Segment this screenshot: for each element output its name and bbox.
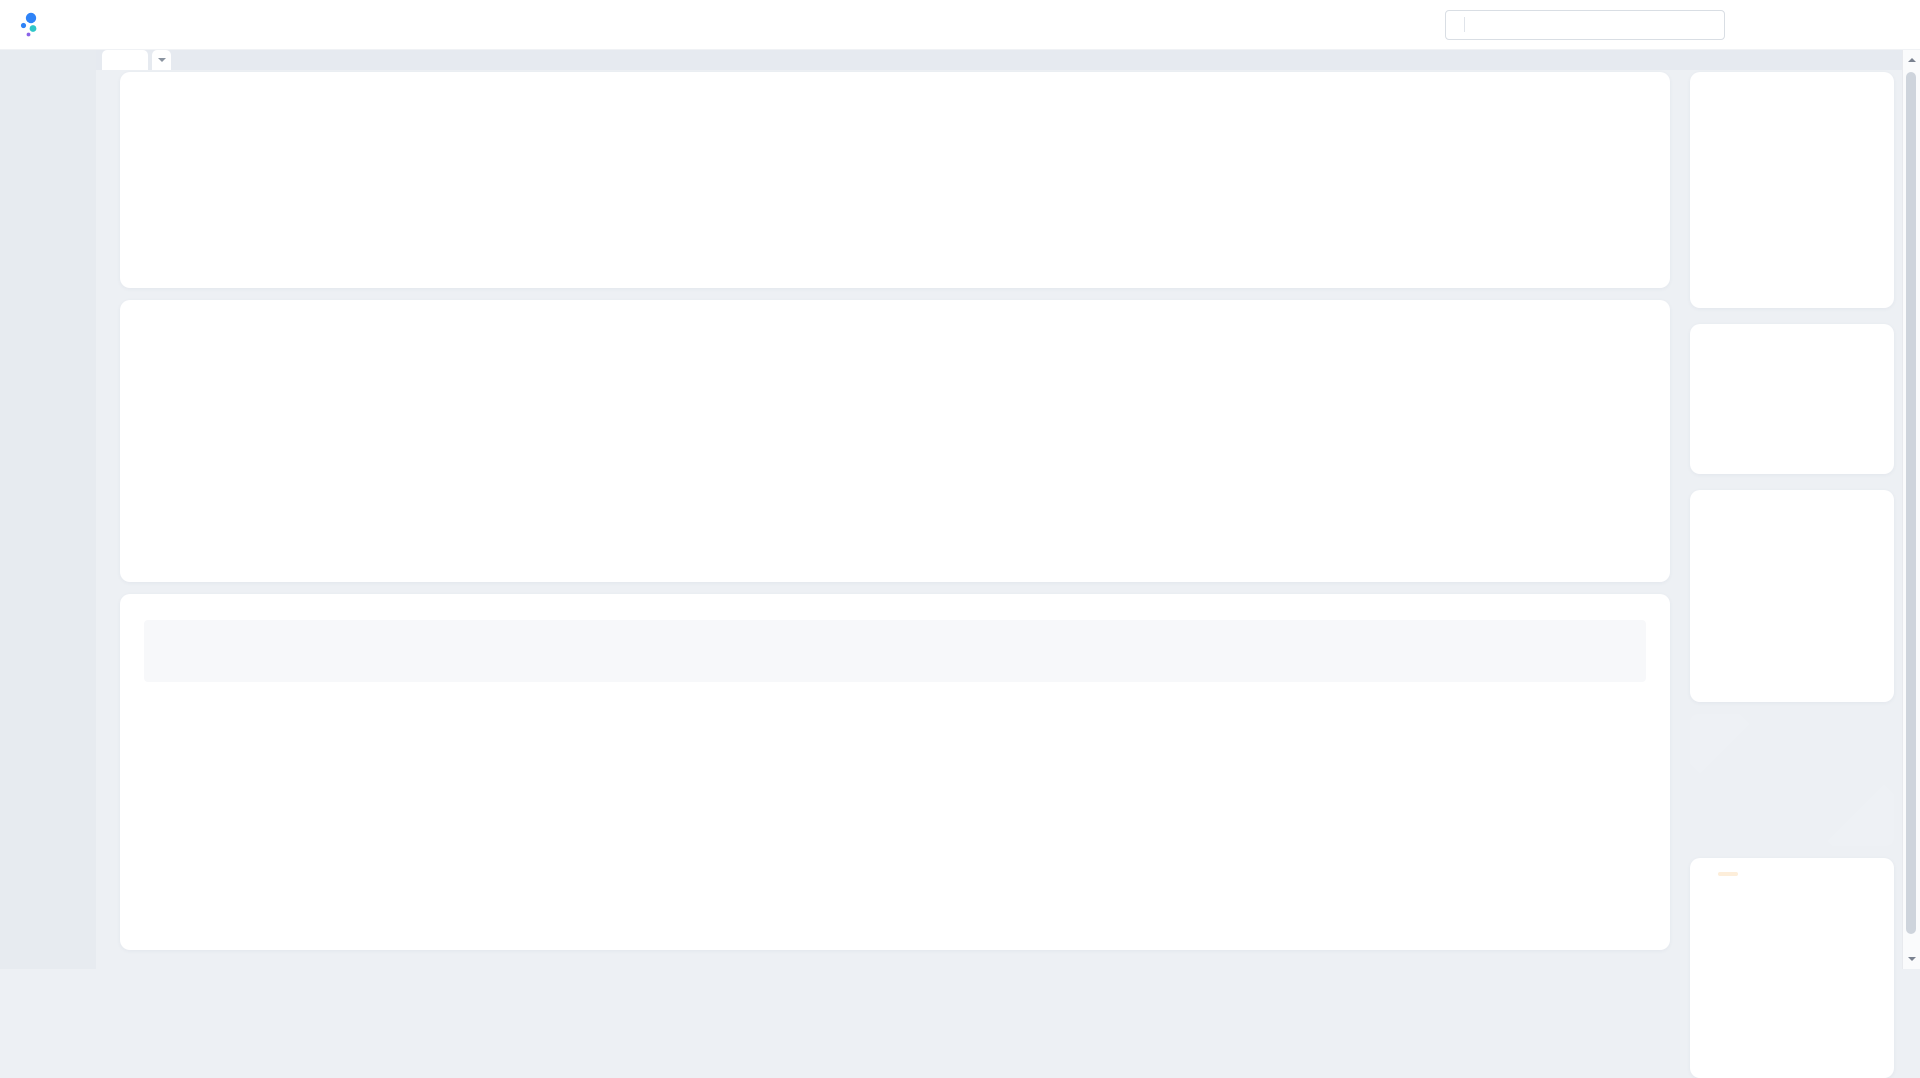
- sales-tabbar: [120, 300, 1670, 316]
- todo-tabbar: [120, 72, 1670, 108]
- user-menu[interactable]: [1773, 12, 1821, 37]
- free-badge: [1718, 872, 1738, 876]
- qr-code: [1730, 889, 1854, 1013]
- main-content: [96, 70, 1902, 969]
- sidebar: [0, 50, 96, 969]
- top-header: [0, 0, 1920, 50]
- home-tab[interactable]: [102, 50, 148, 70]
- assets-summary: [144, 620, 1646, 682]
- eye-closed-icon[interactable]: [1859, 89, 1876, 106]
- sales-trend-chart: [140, 350, 1300, 572]
- vertical-scrollbar[interactable]: [1902, 50, 1920, 969]
- sales-panel: [120, 300, 1670, 582]
- search-divider: [1464, 17, 1465, 32]
- edit-icon[interactable]: [1859, 507, 1876, 524]
- logo-icon: [18, 11, 46, 39]
- scrollbar-thumb[interactable]: [1906, 72, 1916, 934]
- announcements-panel: [1690, 324, 1894, 474]
- app-promo-panel: [1690, 858, 1894, 1078]
- search-input[interactable]: [1473, 17, 1706, 32]
- survey-banner[interactable]: [1690, 714, 1894, 846]
- item-ranking: [1315, 354, 1647, 367]
- assets-panel: [120, 594, 1670, 950]
- tab-dropdown-button[interactable]: [152, 50, 171, 70]
- scroll-up-arrow[interactable]: [1903, 52, 1920, 68]
- monthly-panel: [1690, 72, 1894, 308]
- todo-panel: [120, 72, 1670, 288]
- avatar: [1773, 12, 1798, 37]
- search-box[interactable]: [1445, 10, 1725, 40]
- right-column: [1690, 72, 1894, 1078]
- chevron-down-icon: [1808, 18, 1821, 31]
- app-logo[interactable]: [18, 11, 62, 39]
- refresh-button[interactable]: [1641, 88, 1646, 94]
- workspace-tabstrip: [96, 50, 1902, 70]
- scroll-down-arrow[interactable]: [1903, 951, 1920, 967]
- quick-actions-panel: [1690, 490, 1894, 702]
